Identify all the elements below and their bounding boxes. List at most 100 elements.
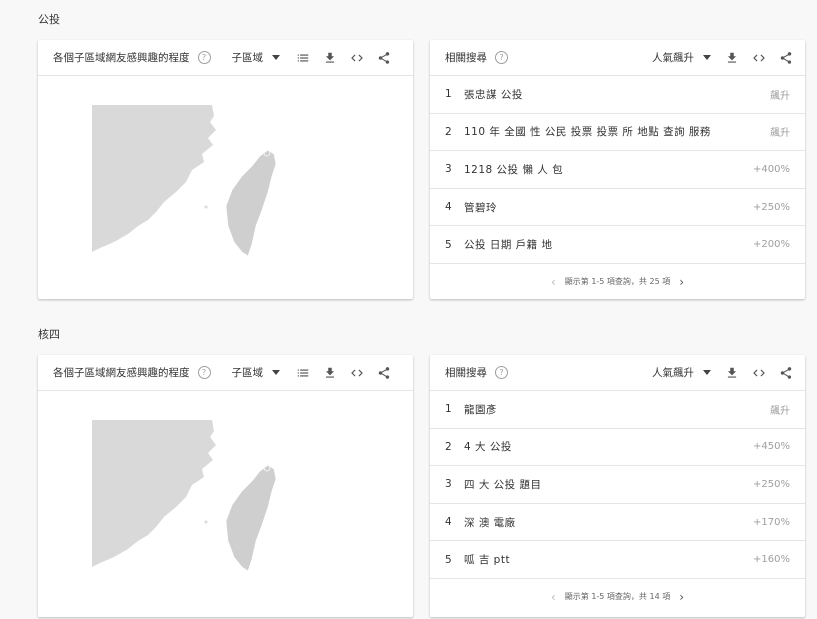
chevron-left-icon[interactable]: ‹ xyxy=(551,275,556,289)
island-region xyxy=(204,205,208,209)
query-row[interactable]: 2 4 大 公投 +450% xyxy=(430,429,805,467)
row-index: 3 xyxy=(445,163,452,176)
card-title: 相關搜尋 xyxy=(445,367,487,379)
query-label: 呱 吉 ptt xyxy=(464,554,511,567)
row-index: 5 xyxy=(445,238,452,251)
query-label: 管碧玲 xyxy=(464,201,497,214)
query-label: 110 年 全國 性 公民 投票 投票 所 地點 查詢 服務 xyxy=(464,126,711,139)
card-header: 各個子區域網友感興趣的程度 ? 子區域 xyxy=(38,40,413,76)
pagination: ‹ 顯示第 1-5 項查詢，共 14 項 › xyxy=(430,579,805,615)
row-index: 2 xyxy=(445,440,452,453)
mainland-region xyxy=(92,105,216,252)
chevron-left-icon[interactable]: ‹ xyxy=(551,590,556,604)
download-icon[interactable] xyxy=(723,364,741,382)
region-dropdown[interactable]: 子區域 xyxy=(231,365,280,380)
taiwan-map xyxy=(92,420,277,572)
query-row[interactable]: 4 管碧玲 +250% xyxy=(430,189,805,227)
related-queries-card: 相關搜尋 ? 人氣飆升 1 龍園彥 飆升 2 4 大 公投 +450% 3 四 … xyxy=(430,355,805,617)
help-icon[interactable]: ? xyxy=(495,366,508,379)
dropdown-label: 人氣飆升 xyxy=(652,52,694,64)
taiwan-map xyxy=(92,105,277,257)
list-icon[interactable] xyxy=(294,364,312,382)
pagination-text: 顯示第 1-5 項查詢，共 14 項 xyxy=(564,592,671,602)
query-label: 張忠謀 公投 xyxy=(464,88,523,101)
query-label: 公投 日期 戶籍 地 xyxy=(464,239,553,252)
help-icon[interactable]: ? xyxy=(495,51,508,64)
mainland-region xyxy=(92,420,216,567)
query-value: +160% xyxy=(753,554,790,566)
island-region xyxy=(204,520,208,524)
taiwan-region xyxy=(225,149,277,257)
related-queries-card: 相關搜尋 ? 人氣飆升 1 張忠謀 公投 飆升 2 110 年 全國 性 公民 … xyxy=(430,40,805,299)
query-label: 1218 公投 懶 人 包 xyxy=(464,163,564,176)
query-value: 飆升 xyxy=(770,128,790,140)
query-row[interactable]: 4 深 澳 電廠 +170% xyxy=(430,504,805,542)
card-title: 各個子區域網友感興趣的程度 xyxy=(53,52,190,64)
card-title: 各個子區域網友感興趣的程度 xyxy=(53,367,190,379)
share-icon[interactable] xyxy=(375,364,393,382)
code-embed-icon[interactable] xyxy=(348,364,366,382)
share-icon[interactable] xyxy=(777,364,795,382)
query-row[interactable]: 3 四 大 公投 題目 +250% xyxy=(430,466,805,504)
query-value: +170% xyxy=(753,516,790,528)
list-icon[interactable] xyxy=(294,49,312,67)
query-label: 四 大 公投 題目 xyxy=(464,478,542,491)
dropdown-label: 子區域 xyxy=(231,367,264,379)
query-list: 1 張忠謀 公投 飆升 2 110 年 全國 性 公民 投票 投票 所 地點 查… xyxy=(430,76,805,264)
caret-down-icon xyxy=(703,370,711,375)
query-value: +400% xyxy=(753,163,790,175)
share-icon[interactable] xyxy=(777,49,795,67)
card-header: 各個子區域網友感興趣的程度 ? 子區域 xyxy=(38,355,413,391)
row-index: 5 xyxy=(445,553,452,566)
share-icon[interactable] xyxy=(375,49,393,67)
pagination: ‹ 顯示第 1-5 項查詢，共 25 項 › xyxy=(430,264,805,300)
query-row[interactable]: 1 張忠謀 公投 飆升 xyxy=(430,76,805,114)
download-icon[interactable] xyxy=(321,49,339,67)
query-value: +450% xyxy=(753,441,790,453)
row-index: 1 xyxy=(445,403,452,416)
download-icon[interactable] xyxy=(321,364,339,382)
card-header: 相關搜尋 ? 人氣飆升 xyxy=(430,40,805,76)
query-value: +200% xyxy=(753,239,790,251)
chevron-right-icon[interactable]: › xyxy=(679,275,684,289)
query-value: +250% xyxy=(753,478,790,490)
help-icon[interactable]: ? xyxy=(197,51,211,64)
code-embed-icon[interactable] xyxy=(750,364,768,382)
rising-dropdown[interactable]: 人氣飆升 xyxy=(652,50,711,65)
download-icon[interactable] xyxy=(723,49,741,67)
dropdown-label: 子區域 xyxy=(231,52,264,64)
section-title-gongtou: 公投 xyxy=(38,13,60,26)
code-embed-icon[interactable] xyxy=(348,49,366,67)
card-title: 相關搜尋 xyxy=(445,52,487,64)
help-icon[interactable]: ? xyxy=(197,366,211,379)
query-row[interactable]: 5 公投 日期 戶籍 地 +200% xyxy=(430,226,805,264)
dropdown-label: 人氣飆升 xyxy=(652,367,694,379)
section-title-hesi: 核四 xyxy=(38,328,60,341)
row-index: 1 xyxy=(445,88,452,101)
code-embed-icon[interactable] xyxy=(750,49,768,67)
caret-down-icon xyxy=(272,370,280,375)
query-row[interactable]: 3 1218 公投 懶 人 包 +400% xyxy=(430,151,805,189)
chevron-right-icon[interactable]: › xyxy=(679,590,684,604)
row-index: 4 xyxy=(445,201,452,214)
query-row[interactable]: 1 龍園彥 飆升 xyxy=(430,391,805,429)
region-map xyxy=(38,391,413,613)
query-label: 深 澳 電廠 xyxy=(464,516,516,529)
card-header: 相關搜尋 ? 人氣飆升 xyxy=(430,355,805,391)
query-label: 龍園彥 xyxy=(464,403,497,416)
query-list: 1 龍園彥 飆升 2 4 大 公投 +450% 3 四 大 公投 題目 +250… xyxy=(430,391,805,579)
row-index: 4 xyxy=(445,516,452,529)
region-dropdown[interactable]: 子區域 xyxy=(231,50,280,65)
query-row[interactable]: 5 呱 吉 ptt +160% xyxy=(430,541,805,579)
query-label: 4 大 公投 xyxy=(464,441,512,454)
row-index: 2 xyxy=(445,125,452,138)
caret-down-icon xyxy=(272,55,280,60)
query-value: +250% xyxy=(753,201,790,213)
pagination-text: 顯示第 1-5 項查詢，共 25 項 xyxy=(564,277,671,287)
query-value: 飆升 xyxy=(770,90,790,102)
rising-dropdown[interactable]: 人氣飆升 xyxy=(652,365,711,380)
query-row[interactable]: 2 110 年 全國 性 公民 投票 投票 所 地點 查詢 服務 飆升 xyxy=(430,114,805,152)
row-index: 3 xyxy=(445,478,452,491)
taiwan-region xyxy=(225,464,277,572)
caret-down-icon xyxy=(703,55,711,60)
